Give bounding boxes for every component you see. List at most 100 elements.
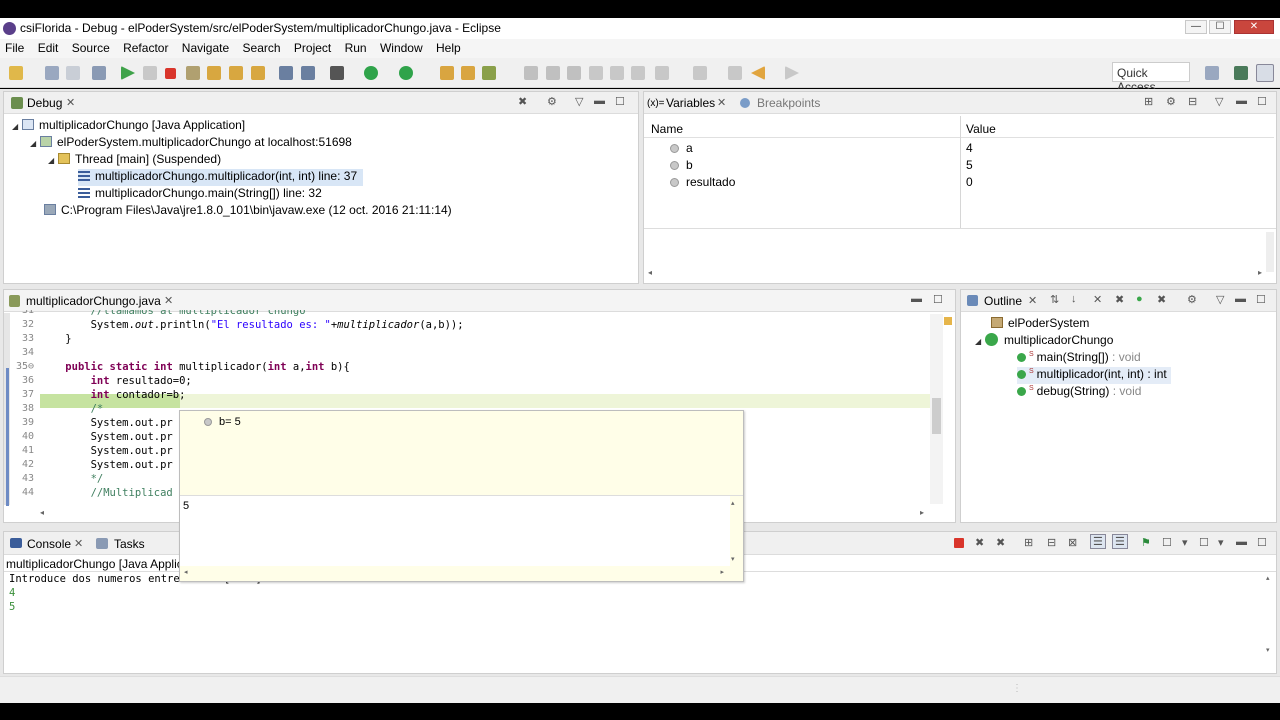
- tab-breakpoints[interactable]: Breakpoints: [757, 96, 820, 110]
- code-line[interactable]: //Multiplicad: [40, 486, 173, 500]
- close-icon[interactable]: ✕: [717, 96, 726, 109]
- show-on-stderr-icon[interactable]: ☰: [1112, 534, 1128, 549]
- run-icon[interactable]: [364, 66, 378, 80]
- minimize-icon[interactable]: ▬: [1236, 536, 1247, 548]
- sort-alpha-icon[interactable]: ↓: [1071, 293, 1077, 305]
- hover-detail-pane[interactable]: 5: [180, 496, 730, 566]
- show-whitespace-icon[interactable]: [610, 66, 624, 80]
- save-all-icon[interactable]: [66, 66, 80, 80]
- skip-breakpoints-icon[interactable]: [92, 66, 106, 80]
- disconnect-icon[interactable]: [186, 66, 200, 80]
- menu-navigate[interactable]: Navigate: [177, 39, 234, 55]
- chevron-down-icon[interactable]: ▽: [1215, 95, 1223, 108]
- search-icon[interactable]: [567, 66, 581, 80]
- list-item[interactable]: ◢ elPoderSystem.multiplicadorChungo at lo…: [30, 135, 352, 152]
- step-into-icon[interactable]: [207, 66, 221, 80]
- menu-file[interactable]: File: [0, 39, 29, 55]
- table-row[interactable]: resultado: [670, 175, 735, 192]
- new-package-icon[interactable]: [461, 66, 475, 80]
- use-step-filters-icon[interactable]: [301, 66, 315, 80]
- outline-member-selected[interactable]: Smultiplicador(int, int) : int: [1017, 367, 1171, 384]
- clear-console-icon[interactable]: ⊞: [1024, 536, 1033, 549]
- java-perspective-icon[interactable]: [1234, 66, 1248, 80]
- column-name[interactable]: Name: [651, 122, 683, 136]
- console-vscrollbar[interactable]: ▴ ▾: [1266, 574, 1275, 654]
- new-java-project-icon[interactable]: [440, 66, 454, 80]
- chevron-down-icon[interactable]: ▾: [1218, 536, 1224, 549]
- maximize-icon[interactable]: ☐: [615, 95, 625, 108]
- console-output[interactable]: Introduce dos numeros entre entre [2-10]…: [7, 573, 1257, 653]
- toggle-mark-icon[interactable]: [589, 66, 603, 80]
- code-line[interactable]: public static int multiplicador(int a,in…: [40, 360, 350, 374]
- sort-icon[interactable]: ⇅: [1050, 293, 1059, 306]
- close-icon[interactable]: ✕: [66, 96, 75, 109]
- tab-console[interactable]: Console: [27, 537, 71, 551]
- code-line[interactable]: /*: [40, 402, 104, 416]
- column-value[interactable]: Value: [966, 122, 996, 136]
- tab-editor-file[interactable]: multiplicadorChungo.java: [26, 294, 161, 308]
- hide-local-types-icon[interactable]: ✖: [1157, 293, 1166, 306]
- menu-search[interactable]: Search: [238, 39, 286, 55]
- code-line[interactable]: System.out.pr: [40, 416, 173, 430]
- menu-project[interactable]: Project: [289, 39, 336, 55]
- code-line[interactable]: int contador=b;: [40, 388, 186, 402]
- menu-window[interactable]: Window: [375, 39, 428, 55]
- hide-fields-icon[interactable]: ✕: [1093, 293, 1102, 306]
- save-icon[interactable]: [45, 66, 59, 80]
- variable-value[interactable]: 0: [966, 175, 973, 189]
- next-annotation-icon[interactable]: [655, 66, 669, 80]
- table-row[interactable]: b: [670, 158, 693, 175]
- view-menu-icon[interactable]: ⚙: [547, 95, 557, 108]
- menu-refactor[interactable]: Refactor: [118, 39, 173, 55]
- code-line[interactable]: System.out.pr: [40, 444, 173, 458]
- menu-edit[interactable]: Edit: [33, 39, 64, 55]
- code-line[interactable]: int resultado=0;: [40, 374, 192, 388]
- chevron-down-icon[interactable]: ▽: [1216, 293, 1224, 306]
- variable-value[interactable]: 4: [966, 141, 973, 155]
- details-scrollbar[interactable]: [1266, 232, 1274, 272]
- maximize-icon[interactable]: ☐: [933, 293, 943, 306]
- list-item[interactable]: ◢ multiplicadorChungo [Java Application]: [12, 118, 245, 135]
- list-item-selected[interactable]: multiplicadorChungo.multiplicador(int, i…: [78, 169, 364, 186]
- word-wrap-icon[interactable]: ⊠: [1068, 536, 1077, 549]
- remove-launch-icon[interactable]: ✖: [975, 536, 984, 549]
- code-line[interactable]: System.out.pr: [40, 430, 173, 444]
- maximize-icon[interactable]: ☐: [1257, 536, 1267, 549]
- display-console-icon[interactable]: ☐: [1162, 536, 1172, 549]
- close-button[interactable]: ✕: [1234, 20, 1274, 34]
- maximize-button[interactable]: ☐: [1209, 20, 1231, 34]
- list-item[interactable]: multiplicadorChungo.main(String[]) line:…: [78, 186, 322, 203]
- minimize-button[interactable]: —: [1185, 20, 1207, 34]
- scroll-thumb[interactable]: [932, 398, 941, 434]
- hover-hscrollbar[interactable]: ◂ ▸: [184, 568, 724, 578]
- hide-static-icon[interactable]: ✖: [1115, 293, 1124, 306]
- minimize-icon[interactable]: ▬: [911, 293, 922, 305]
- step-return-icon[interactable]: [251, 66, 265, 80]
- minimize-icon[interactable]: ▬: [1236, 95, 1247, 107]
- back-icon[interactable]: [751, 66, 765, 80]
- previous-annotation-icon[interactable]: [693, 66, 707, 80]
- pin-console-icon[interactable]: ⚑: [1141, 536, 1151, 549]
- minimize-icon[interactable]: ▬: [594, 95, 605, 107]
- last-edit-icon[interactable]: [728, 66, 742, 80]
- link-editor-icon[interactable]: ⚙: [1187, 293, 1197, 306]
- run-external-tool-icon[interactable]: [399, 66, 413, 80]
- menu-help[interactable]: Help: [431, 39, 466, 55]
- tab-debug[interactable]: Debug: [27, 96, 62, 110]
- code-line[interactable]: System.out.pr: [40, 458, 173, 472]
- maximize-icon[interactable]: ☐: [1257, 95, 1267, 108]
- remove-terminated-icon[interactable]: ✖: [518, 95, 527, 108]
- menu-source[interactable]: Source: [67, 39, 115, 55]
- outline-class[interactable]: ◢ multiplicadorChungo: [975, 333, 1113, 350]
- close-icon[interactable]: ✕: [74, 537, 83, 550]
- drop-to-frame-icon[interactable]: [279, 66, 293, 80]
- debug-perspective-icon[interactable]: [1256, 64, 1274, 82]
- terminate-icon[interactable]: [954, 538, 964, 548]
- collapse-all-icon[interactable]: ⊟: [1188, 95, 1197, 108]
- show-type-names-icon[interactable]: ⊞: [1144, 95, 1153, 108]
- code-line[interactable]: */: [40, 472, 104, 486]
- forward-icon[interactable]: [785, 66, 799, 80]
- show-on-stdout-icon[interactable]: ☰: [1090, 534, 1106, 549]
- suspend-icon[interactable]: [143, 66, 157, 80]
- menu-run[interactable]: Run: [340, 39, 372, 55]
